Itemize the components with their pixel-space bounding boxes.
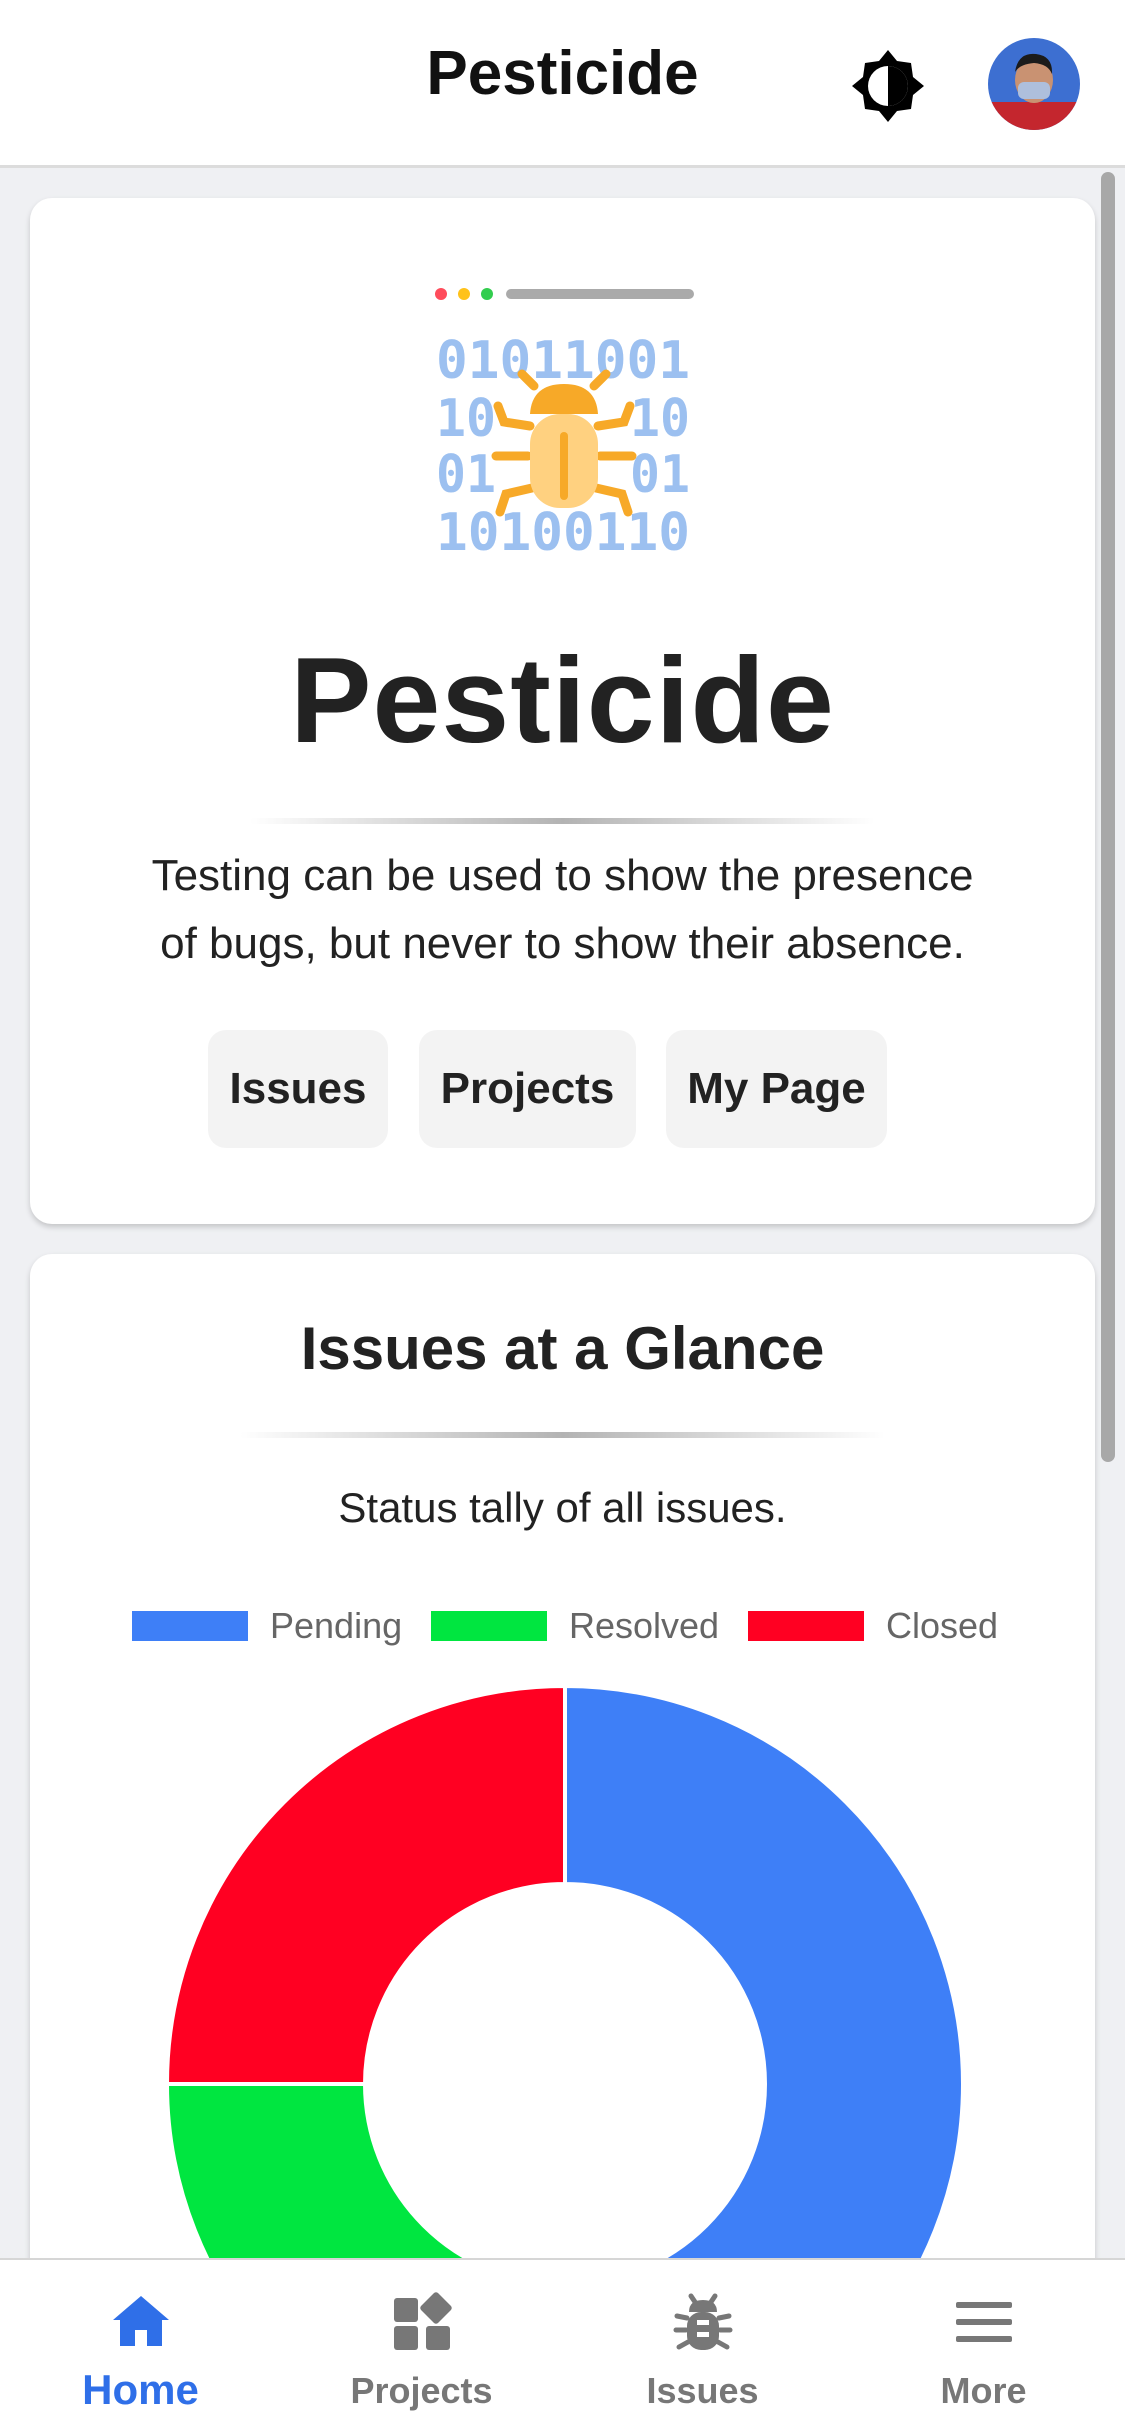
chart-divider <box>240 1432 885 1438</box>
legend-swatch <box>431 1611 547 1641</box>
hero-title: Pesticide <box>290 632 835 768</box>
top-app-bar: Pesticide <box>0 0 1125 168</box>
projects-icon <box>393 2292 452 2350</box>
brightness-icon[interactable] <box>850 48 926 124</box>
bug-icon <box>673 2293 732 2350</box>
chart-card-subtitle: Status tally of all issues. <box>338 1484 787 1531</box>
nav-home[interactable]: Home <box>0 2260 281 2436</box>
hero-quote: Testing can be used to show the presence… <box>120 842 1005 978</box>
quote-line: of bugs, but never to show their absence… <box>160 919 965 968</box>
home-icon <box>112 2296 169 2346</box>
nav-more[interactable]: More <box>843 2260 1124 2436</box>
legend-label: Pending <box>270 1605 403 1646</box>
my-page-button[interactable]: My Page <box>666 1030 887 1148</box>
logo-binary-row: 01 <box>630 445 690 505</box>
menu-icon <box>955 2302 1012 2342</box>
window-dots-icon <box>435 288 694 300</box>
hero-divider <box>250 818 875 824</box>
legend-label: Closed <box>886 1605 999 1646</box>
hero-button-row: Issues Projects My Page <box>0 1030 1125 1148</box>
issues-button[interactable]: Issues <box>208 1030 388 1148</box>
user-avatar[interactable] <box>988 38 1080 130</box>
quote-line: Testing can be used to show the presence <box>151 851 974 900</box>
scrollbar[interactable] <box>1101 172 1115 1462</box>
nav-label: Projects <box>350 2370 493 2411</box>
legend-swatch <box>132 1611 248 1641</box>
nav-projects[interactable]: Projects <box>281 2260 562 2436</box>
nav-label: Home <box>82 2366 199 2413</box>
legend-swatch <box>748 1611 864 1641</box>
app-title: Pesticide <box>426 39 699 108</box>
avatar-photo <box>988 38 1080 130</box>
legend-item-pending[interactable]: Pending <box>132 1604 402 1648</box>
logo-binary-row: 10 <box>436 389 496 449</box>
logo-binary-row: 10 <box>630 389 690 449</box>
legend-item-resolved[interactable]: Resolved <box>431 1604 719 1648</box>
projects-button[interactable]: Projects <box>419 1030 636 1148</box>
logo-binary-row: 01011001 <box>436 331 690 391</box>
nav-label: Issues <box>646 2370 759 2411</box>
donut-slice-closed[interactable] <box>165 1684 567 2086</box>
bottom-navigation: Home Projects Issues More <box>0 2258 1125 2436</box>
nav-issues[interactable]: Issues <box>562 2260 843 2436</box>
logo-binary-row: 01 <box>436 445 496 505</box>
chart-card-title: Issues at a Glance <box>300 1315 825 1382</box>
nav-label: More <box>940 2370 1027 2411</box>
logo-binary-row: 10100110 <box>436 503 690 552</box>
bug-binary-icon: 01011001 10 10 01 01 10100110 <box>436 331 690 552</box>
legend-label: Resolved <box>569 1605 720 1646</box>
legend-item-closed[interactable]: Closed <box>748 1604 998 1648</box>
